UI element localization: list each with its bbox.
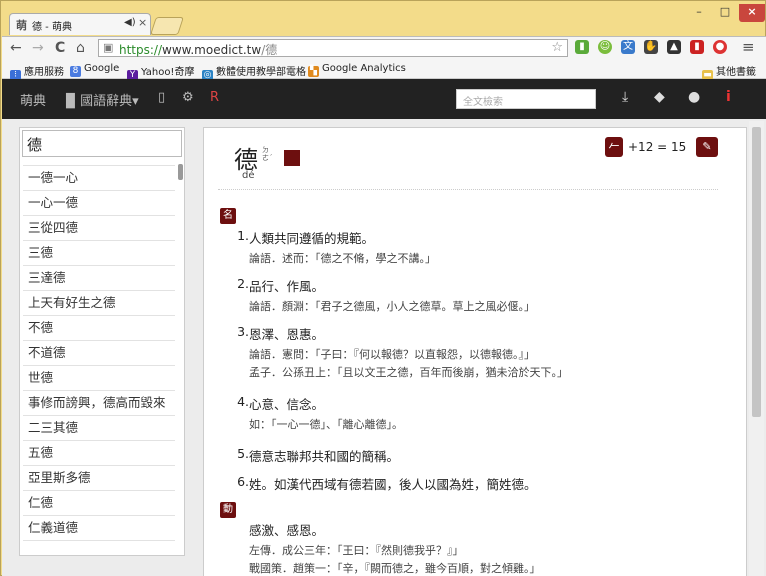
pos-verb-badge: 動 [220, 502, 236, 518]
minimize-button[interactable]: – [687, 4, 711, 22]
list-item[interactable]: 三德 [23, 241, 175, 266]
adblock-icon[interactable]: ● [713, 40, 727, 54]
forward-button[interactable]: → [32, 40, 44, 56]
sidebar-scroll-thumb[interactable] [178, 164, 183, 180]
list-item[interactable]: 不德 [23, 316, 175, 341]
stroke-order-button[interactable]: 𠂉 [605, 137, 623, 157]
list-item[interactable]: 二三其德 [23, 416, 175, 441]
entry-panel: 德 ㄉㄜˊ dé 𠂉 +12 = 15 ✎ 名 1. 人類共同遵循的規範。 論語… [203, 127, 747, 576]
list-item[interactable]: 五德 [23, 441, 175, 466]
bookmark-google[interactable]: 8 Google [70, 63, 119, 77]
browser-window: 萌 德 - 萌典 ◀) × – □ × ← → C ⌂ ▣ https://ww… [0, 0, 766, 576]
bookmark-icon[interactable]: ▯ [158, 90, 165, 105]
download-icon[interactable]: ⤓ [622, 89, 628, 105]
moedict-favicon-icon: 萌 [16, 19, 27, 32]
pos-noun-badge: 名 [220, 208, 236, 224]
home-button[interactable]: ⌂ [76, 40, 85, 56]
speaker-icon[interactable]: ◀) [124, 17, 136, 28]
query-input[interactable]: 德 [22, 130, 182, 157]
info-icon[interactable]: i [726, 89, 731, 105]
maximize-button[interactable]: □ [713, 4, 737, 22]
browser-toolbar: ← → C ⌂ ▣ https://www.moedict.tw/德 ☆ ▮ ☺… [2, 36, 766, 61]
extension-car-icon[interactable]: ▲ [667, 40, 681, 54]
play-audio-button[interactable] [284, 150, 300, 166]
edit-icon[interactable]: ✎ [696, 137, 718, 157]
sidebar-scrollbar[interactable] [178, 164, 183, 554]
menu-icon[interactable]: ≡ [742, 38, 755, 56]
analytics-icon: ▚ [308, 66, 319, 77]
url-text: https://www.moedict.tw/德 [119, 43, 278, 57]
list-item[interactable]: 世德 [23, 366, 175, 391]
sidebar: 德 一德一心 一心一德 三從四德 三德 三達德 上天有好生之德 不德 不道德 世… [19, 127, 185, 556]
tab-title: 德 - 萌典 [32, 22, 72, 33]
list-item[interactable]: 一德一心 [23, 166, 175, 191]
page-scroll-thumb[interactable] [752, 127, 761, 417]
new-tab-button[interactable] [150, 17, 184, 35]
extension-face-icon[interactable]: ☺ [598, 40, 612, 54]
word-list: 一德一心 一心一德 三從四德 三德 三達德 上天有好生之德 不德 不道德 世德 … [23, 164, 175, 554]
page-content: 萌典 ▉ 國語辭典▾ ▯ ⚙ R 全文檢索 ⤓ ◆ ● i 德 一德一心 一心一… [2, 79, 766, 576]
back-button[interactable]: ← [10, 40, 22, 56]
fulltext-search-input[interactable]: 全文檢索 [456, 89, 596, 109]
extension-green-icon[interactable]: ▮ [575, 40, 589, 54]
android-icon[interactable]: ◆ [654, 89, 665, 105]
list-item[interactable]: 三達德 [23, 266, 175, 291]
list-item[interactable]: 上天有好生之德 [23, 291, 175, 316]
list-item[interactable]: 不道德 [23, 341, 175, 366]
list-item[interactable]: 仁德 [23, 491, 175, 516]
address-bar[interactable]: ▣ https://www.moedict.tw/德 ☆ [98, 39, 568, 57]
brand-logo[interactable]: 萌典 [20, 90, 46, 109]
reload-button[interactable]: C [55, 40, 65, 56]
browser-tab[interactable]: 萌 德 - 萌典 ◀) × [9, 13, 151, 35]
page-scrollbar[interactable] [749, 121, 764, 576]
bookmark-analytics[interactable]: ▚ Google Analytics [308, 63, 406, 77]
title-bar: 萌 德 - 萌典 ◀) × – □ × [1, 1, 766, 37]
list-item[interactable]: 亞里斯多德 [23, 466, 175, 491]
close-window-button[interactable]: × [739, 4, 765, 22]
google-icon: 8 [70, 66, 81, 77]
bopomofo: ㄉㄜˊ [262, 146, 273, 162]
divider [218, 189, 718, 190]
extension-hand-icon[interactable]: ✋ [644, 40, 658, 54]
list-item[interactable]: 仁義道德 [23, 516, 175, 541]
lock-icon: ▣ [103, 41, 114, 54]
list-item[interactable]: 一心一德 [23, 191, 175, 216]
site-navbar: 萌典 ▉ 國語辭典▾ ▯ ⚙ R 全文檢索 ⤓ ◆ ● i [2, 79, 766, 119]
radical-stroke-count: +12 = 15 [628, 140, 687, 154]
book-icon: ▉ [66, 94, 76, 109]
extension-book-icon[interactable]: ▮ [690, 40, 704, 54]
pinyin: dé [242, 170, 255, 181]
settings-icon[interactable]: ⚙ [182, 90, 194, 105]
list-item[interactable]: 三從四德 [23, 216, 175, 241]
bookmarks-bar: ⁝ 應用服務 8 Google Y Yahoo!奇摩 ◎ 數體使用教學部電格 ▚ Goog… [2, 60, 766, 81]
apple-icon[interactable]: ● [688, 89, 700, 105]
tab-close-button[interactable]: × [138, 16, 147, 29]
r-icon[interactable]: R [210, 90, 219, 105]
dict-menu[interactable]: ▉ 國語辭典▾ [66, 90, 139, 109]
list-item[interactable]: 事修而謗興，德高而毀來 [23, 391, 175, 416]
star-icon[interactable]: ☆ [551, 40, 563, 55]
translate-icon[interactable]: 文 [621, 40, 635, 54]
